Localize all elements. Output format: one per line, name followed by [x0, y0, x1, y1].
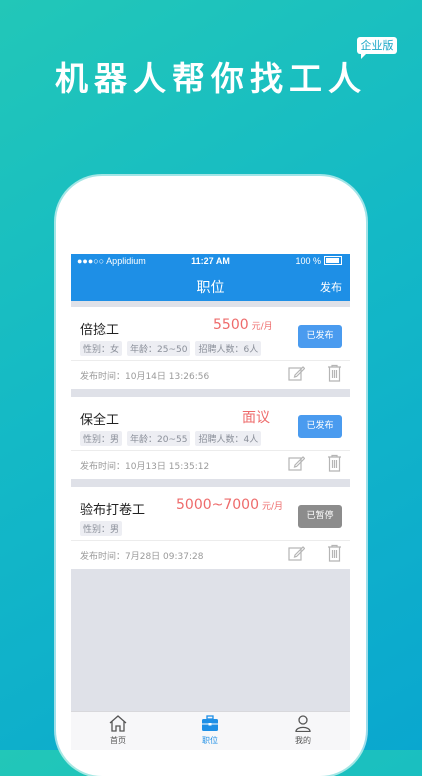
job-title: 保全工 [80, 413, 120, 428]
tab-label: 我的 [295, 736, 311, 745]
job-title: 倍捻工 [80, 323, 120, 338]
enterprise-badge: 企业版 [357, 37, 397, 59]
job-card[interactable]: 验布打卷工 5000~7000 元/月 性别：男 已暂停 发布时间：7月28日 0… [71, 487, 350, 569]
job-tags: 性别：女 年龄：25~50 招聘人数：6人 [80, 341, 262, 356]
nav-bar: 职位 发布 [71, 270, 350, 301]
job-status-button[interactable]: 已发布 [298, 325, 342, 348]
publish-time: 发布时间：10月14日 13:26:56 [80, 372, 210, 382]
publish-time: 发布时间：10月13日 15:35:12 [80, 462, 210, 472]
job-title: 验布打卷工 [80, 503, 146, 518]
job-salary: 5500 元/月 [213, 317, 273, 333]
job-tags: 性别：男 年龄：20~55 招聘人数：4人 [80, 431, 262, 446]
edit-icon[interactable] [288, 545, 306, 566]
job-status-button[interactable]: 已发布 [298, 415, 342, 438]
job-salary: 5000~7000 元/月 [176, 497, 283, 513]
salary-value: 面议 [242, 410, 270, 426]
trash-icon[interactable] [327, 544, 342, 566]
tag-age: 年龄：25~50 [127, 341, 191, 356]
card-divider [71, 540, 350, 541]
tag-gender: 性别：男 [80, 431, 123, 446]
page-title: 职位 [196, 280, 225, 296]
salary-value: 5500 [213, 317, 249, 333]
tag-headcount: 招聘人数：6人 [195, 341, 262, 356]
briefcase-icon [202, 715, 218, 731]
tab-bar: 首页 职位 我的 [71, 711, 350, 750]
tab-label: 首页 [110, 736, 126, 745]
battery-label: 100 % [295, 256, 321, 266]
job-status-button[interactable]: 已暂停 [298, 505, 342, 528]
edit-icon[interactable] [288, 365, 306, 386]
salary-unit: 元/月 [262, 502, 284, 512]
promo-headline: 机器人帮你找工人 [55, 59, 367, 98]
edit-icon[interactable] [288, 455, 306, 476]
status-bar: ●●●○○ Applidium 11:27 AM 100 % [71, 254, 350, 270]
app-screen: ●●●○○ Applidium 11:27 AM 100 % 职位 发布 倍捻工… [71, 254, 350, 750]
tab-jobs[interactable]: 职位 [185, 715, 235, 746]
card-divider [71, 450, 350, 451]
trash-icon[interactable] [327, 364, 342, 386]
battery-indicator: 100 % [295, 256, 342, 266]
person-icon [295, 715, 311, 733]
job-card[interactable]: 倍捻工 5500 元/月 性别：女 年龄：25~50 招聘人数：6人 已发布 发布… [71, 307, 350, 389]
tag-age: 年龄：20~55 [127, 431, 191, 446]
home-icon [109, 715, 127, 732]
battery-icon [324, 256, 342, 265]
salary-value: 5000~7000 [176, 497, 259, 513]
job-tags: 性别：男 [80, 521, 123, 536]
tag-gender: 性别：男 [80, 521, 123, 536]
tab-label: 职位 [202, 736, 218, 745]
publish-time: 发布时间：7月28日 09:37:28 [80, 552, 204, 562]
publish-button[interactable]: 发布 [320, 279, 342, 295]
tag-headcount: 招聘人数：4人 [195, 431, 262, 446]
trash-icon[interactable] [327, 454, 342, 476]
tag-gender: 性别：女 [80, 341, 123, 356]
salary-unit: 元/月 [251, 322, 273, 332]
tab-home[interactable]: 首页 [93, 715, 143, 746]
job-salary: 面议 [242, 407, 273, 427]
job-card[interactable]: 保全工 面议 性别：男 年龄：20~55 招聘人数：4人 已发布 发布时间：10… [71, 397, 350, 479]
tab-profile[interactable]: 我的 [278, 715, 328, 746]
card-divider [71, 360, 350, 361]
